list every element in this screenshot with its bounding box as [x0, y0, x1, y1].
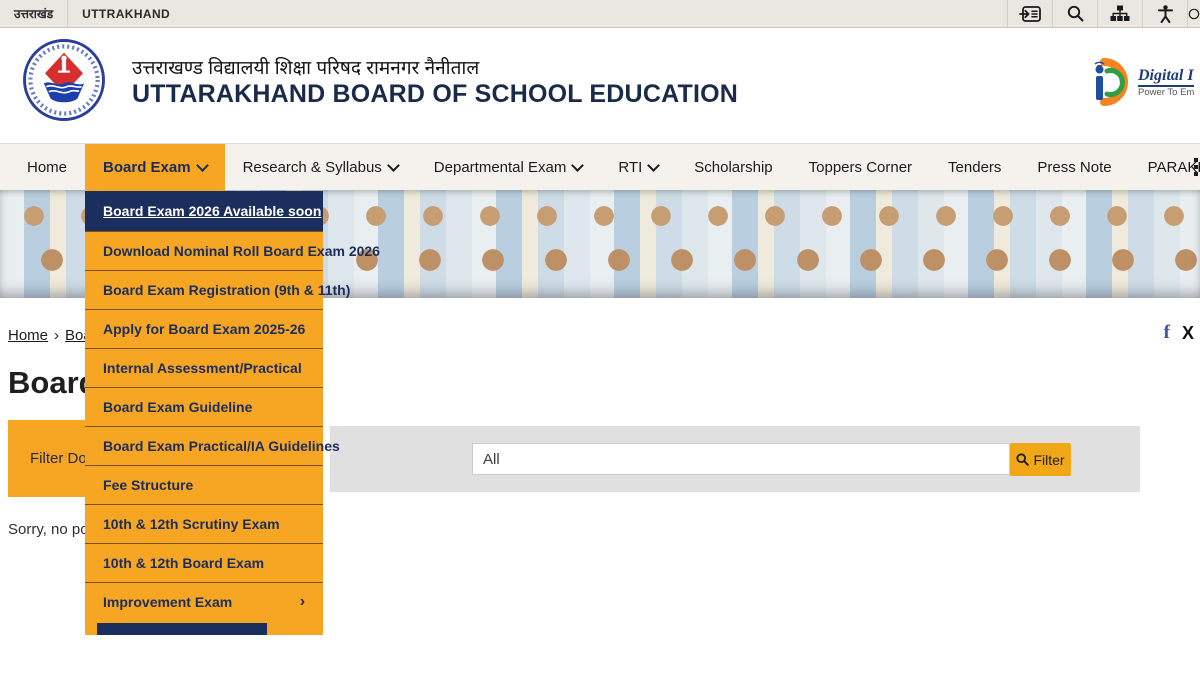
dropdown-item-label: Board Exam Registration (9th & 11th)	[103, 282, 350, 298]
nav-item-departmental-exam[interactable]: Departmental Exam	[416, 144, 601, 191]
clipped-topbar-icon[interactable]	[1187, 0, 1200, 27]
dropdown-item-fee-structure[interactable]: Fee Structure	[85, 465, 323, 504]
digital-india-mark-icon	[1088, 56, 1134, 108]
nav-label: Home	[27, 159, 67, 176]
dropdown-item-label: Board Exam 2026 Available soon	[103, 203, 321, 219]
nav-label: Toppers Corner	[809, 159, 912, 176]
digital-india-logo: Digital I Power To Em	[1088, 56, 1200, 122]
dropdown-item-scrutiny-exam[interactable]: 10th & 12th Scrutiny Exam	[85, 504, 323, 543]
nav-label: Press Note	[1037, 159, 1111, 176]
nav-item-research-syllabus[interactable]: Research & Syllabus	[225, 144, 416, 191]
breadcrumb-separator: ›	[54, 327, 59, 344]
nav-item-home[interactable]: Home	[9, 144, 85, 191]
dropdown-item-label: Apply for Board Exam 2025-26	[103, 321, 305, 337]
nav-item-parakh[interactable]: PARAKH	[1130, 144, 1200, 191]
search-icon[interactable]	[1052, 0, 1097, 27]
filter-button[interactable]: Filter	[1010, 443, 1071, 476]
nav-label: Research & Syllabus	[243, 159, 382, 176]
nav-item-rti[interactable]: RTI	[600, 144, 676, 191]
dropdown-item-label: Fee Structure	[103, 477, 193, 493]
top-utility-bar: उत्तराखंड UTTRAKHAND	[0, 0, 1200, 28]
dropdown-item-10th-12th-board-exam[interactable]: 10th & 12th Board Exam	[85, 543, 323, 582]
nav-item-press-note[interactable]: Press Note	[1019, 144, 1129, 191]
filter-button-label: Filter	[1033, 452, 1064, 468]
nav-item-toppers-corner[interactable]: Toppers Corner	[791, 144, 930, 191]
login-icon[interactable]	[1007, 0, 1052, 27]
breadcrumb-home-link[interactable]: Home	[8, 327, 48, 344]
dropdown-item-label: Improvement Exam	[103, 594, 232, 610]
nav-label: PARAKH	[1148, 159, 1200, 176]
dropdown-item-label: Board Exam Guideline	[103, 399, 252, 415]
topbar-state-group: उत्तराखंड UTTRAKHAND	[0, 0, 184, 27]
filter-category-input[interactable]	[472, 443, 1010, 475]
social-share-group: f X	[1164, 322, 1194, 344]
nav-label: RTI	[618, 159, 642, 176]
site-header: उत्तराखण्ड विद्यालयी शिक्षा परिषद रामनगर…	[0, 28, 1200, 143]
dropdown-item-label: Download Nominal Roll Board Exam 2026	[103, 243, 380, 259]
nav-item-board-exam[interactable]: Board Exam Board Exam 2026 Available soo…	[85, 144, 225, 191]
dropdown-item-improvement-exam[interactable]: Improvement Exam ›	[85, 582, 323, 621]
topbar-icon-group	[1007, 0, 1200, 27]
state-name-english: UTTRAKHAND	[68, 7, 184, 21]
nav-label: Departmental Exam	[434, 159, 567, 176]
dropdown-item-label: Board Exam Practical/IA Guidelines	[103, 438, 340, 454]
board-exam-dropdown: Board Exam 2026 Available soon Download …	[85, 191, 323, 635]
dropdown-item-guideline[interactable]: Board Exam Guideline	[85, 387, 323, 426]
digital-india-tagline: Power To Em	[1138, 87, 1194, 98]
dropdown-item-board-exam-2026[interactable]: Board Exam 2026 Available soon	[85, 191, 323, 231]
facebook-icon[interactable]: f	[1164, 322, 1170, 344]
state-name-hindi: उत्तराखंड	[0, 5, 67, 22]
dropdown-item-label: Internal Assessment/Practical	[103, 360, 302, 376]
x-twitter-icon[interactable]: X	[1182, 323, 1194, 344]
dropdown-item-apply-board-exam[interactable]: Apply for Board Exam 2025-26	[85, 309, 323, 348]
nav-label: Tenders	[948, 159, 1001, 176]
sitemap-icon[interactable]	[1097, 0, 1142, 27]
search-icon	[1016, 453, 1029, 466]
nav-item-scholarship[interactable]: Scholarship	[676, 144, 790, 191]
caret-down-icon	[571, 159, 584, 172]
dropdown-item-practical-ia-guidelines[interactable]: Board Exam Practical/IA Guidelines	[85, 426, 323, 465]
dropdown-item-label: 10th & 12th Board Exam	[103, 555, 264, 571]
caret-down-icon	[387, 159, 400, 172]
nav-overflow-menu-icon[interactable]	[1194, 158, 1198, 176]
dropdown-item-nominal-roll[interactable]: Download Nominal Roll Board Exam 2026	[85, 231, 323, 270]
board-title-hindi: उत्तराखण्ड विद्यालयी शिक्षा परिषद रामनगर…	[132, 54, 479, 80]
chevron-right-icon: ›	[300, 597, 305, 607]
nav-label: Board Exam	[103, 159, 191, 176]
ubse-board-logo	[22, 34, 106, 126]
dropdown-item-clipped[interactable]	[95, 621, 269, 635]
main-nav: Home Board Exam Board Exam 2026 Availabl…	[0, 143, 1200, 190]
digital-india-text: Digital I	[1138, 67, 1194, 87]
page-root: उत्तराखंड UTTRAKHAND	[0, 0, 1200, 674]
accessibility-icon[interactable]	[1142, 0, 1187, 27]
caret-down-icon	[196, 159, 209, 172]
dropdown-item-internal-assessment[interactable]: Internal Assessment/Practical	[85, 348, 323, 387]
nav-item-tenders[interactable]: Tenders	[930, 144, 1019, 191]
dropdown-item-label: 10th & 12th Scrutiny Exam	[103, 516, 280, 532]
caret-down-icon	[647, 159, 660, 172]
board-title-english: UTTARAKHAND BOARD OF SCHOOL EDUCATION	[132, 80, 738, 109]
dropdown-item-registration[interactable]: Board Exam Registration (9th & 11th)	[85, 270, 323, 309]
nav-label: Scholarship	[694, 159, 772, 176]
